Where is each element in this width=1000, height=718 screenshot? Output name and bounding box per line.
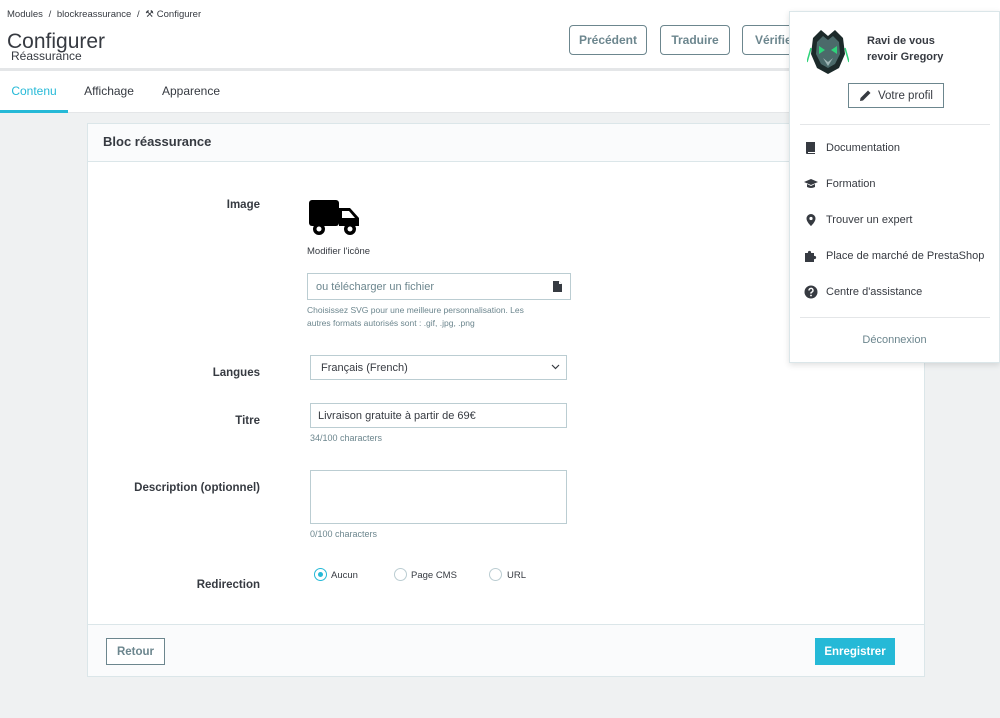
graduation-cap-icon [804, 179, 818, 188]
logout-link[interactable]: Déconnexion [790, 334, 999, 346]
languages-label: Langues [212, 367, 260, 379]
description-char-counter: 0/100 characters [310, 529, 378, 539]
truck-icon[interactable] [307, 196, 363, 238]
greeting-text: Ravi de vous revoir Gregory [867, 33, 987, 65]
help-circle-icon [804, 285, 818, 299]
profile-dropdown: Ravi de vous revoir Gregory Votre profil… [789, 11, 1000, 363]
card-footer: Retour Enregistrer [88, 624, 924, 676]
chevron-down-icon [551, 364, 560, 370]
menu-item-help-center[interactable]: Centre d'assistance [804, 284, 922, 300]
menu-item-help-center-label: Centre d'assistance [826, 286, 923, 298]
menu-item-documentation-label: Documentation [826, 142, 900, 154]
radio-page-cms-label[interactable]: Page CMS [411, 570, 457, 581]
breadcrumb-configurer: Configurer [156, 9, 202, 20]
file-upload-placeholder: ou télécharger un fichier [316, 281, 435, 293]
menu-item-marketplace-label: Place de marché de PrestaShop [826, 250, 985, 262]
save-button[interactable]: Enregistrer [815, 638, 895, 665]
book-icon [806, 142, 815, 154]
change-icon-link[interactable]: Modifier l'icône [307, 246, 370, 257]
greeting-line-2: revoir Gregory [867, 51, 944, 63]
breadcrumb-separator: / [136, 9, 140, 20]
file-icon [553, 281, 562, 292]
tab-apparence[interactable]: Apparence [156, 71, 226, 113]
menu-item-formation[interactable]: Formation [804, 176, 876, 192]
dropdown-divider [800, 317, 990, 318]
your-profile-button[interactable]: Votre profil [848, 83, 944, 108]
puzzle-icon [805, 250, 817, 262]
location-pin-icon [806, 214, 816, 226]
menu-item-marketplace[interactable]: Place de marché de PrestaShop [804, 248, 984, 264]
previous-button[interactable]: Précédent [569, 25, 647, 55]
upload-help-line-2: autres formats autorisés sont : .gif, .j… [307, 318, 475, 328]
back-button[interactable]: Retour [106, 638, 165, 665]
radio-aucun-label[interactable]: Aucun [331, 570, 358, 581]
image-label: Image [226, 199, 260, 211]
title-input[interactable]: Livraison gratuite à partir de 69€ [310, 403, 567, 428]
description-textarea[interactable] [310, 470, 567, 524]
breadcrumb-separator: / [48, 9, 52, 20]
tab-affichage[interactable]: Affichage [78, 71, 140, 113]
title-char-counter: 34/100 characters [310, 433, 383, 443]
translate-button[interactable]: Traduire [660, 25, 730, 55]
language-select[interactable]: Français (French) [310, 355, 567, 380]
greeting-line-1: Ravi de vous [867, 35, 935, 47]
breadcrumb-modules[interactable]: Modules [7, 9, 43, 20]
menu-item-find-expert-label: Trouver un expert [826, 214, 913, 226]
redirection-label: Redirection [196, 579, 260, 591]
dropdown-divider [800, 124, 990, 125]
title-input-value: Livraison gratuite à partir de 69€ [318, 410, 476, 422]
tab-contenu[interactable]: Contenu [0, 71, 68, 113]
pencil-icon [860, 90, 871, 101]
avatar [807, 28, 849, 76]
description-label: Description (optionnel) [134, 482, 260, 494]
breadcrumb-blockreassurance[interactable]: blockreassurance [57, 9, 131, 20]
radio-url[interactable] [489, 568, 502, 581]
radio-url-label[interactable]: URL [507, 570, 526, 581]
your-profile-label: Votre profil [878, 89, 933, 102]
radio-aucun[interactable] [314, 568, 327, 581]
language-select-value: Français (French) [321, 362, 408, 374]
page-subtitle: Réassurance [11, 49, 82, 63]
menu-item-find-expert[interactable]: Trouver un expert [804, 212, 912, 228]
upload-help-line-1: Choisissez SVG pour une meilleure person… [307, 305, 524, 315]
card-title: Bloc réassurance [103, 134, 212, 149]
upload-help-text: Choisissez SVG pour une meilleure person… [307, 304, 567, 330]
wrench-icon: ⚒ [145, 9, 154, 20]
breadcrumb: Modules / blockreassurance / ⚒ Configurer [7, 9, 204, 20]
menu-item-formation-label: Formation [826, 178, 876, 190]
title-label: Titre [235, 415, 260, 427]
radio-page-cms[interactable] [394, 568, 407, 581]
menu-item-documentation[interactable]: Documentation [804, 140, 900, 156]
file-upload-input[interactable]: ou télécharger un fichier [307, 273, 571, 300]
